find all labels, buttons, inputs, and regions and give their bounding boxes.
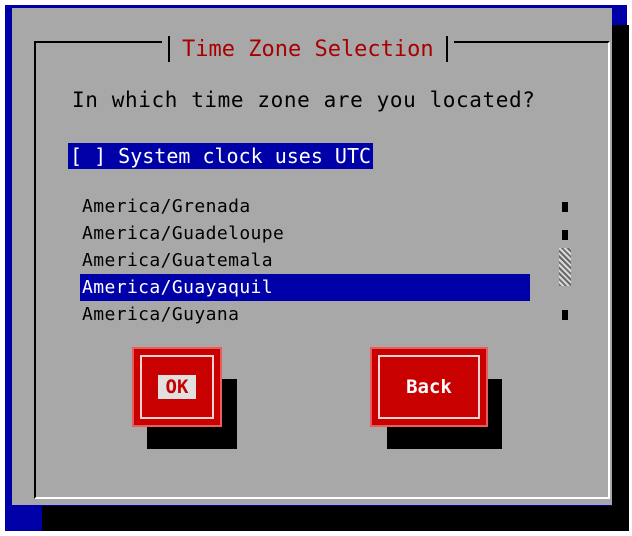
utc-checkbox-row[interactable]: [ ] System clock uses UTC [68,143,374,169]
timezone-list[interactable]: America/Grenada America/Guadeloupe Ameri… [80,193,530,328]
utc-checkbox-label [106,143,118,169]
dialog-shadow-bottom [42,506,629,531]
list-item[interactable]: America/Guadeloupe [80,220,530,247]
utc-label: System clock uses UTC [118,144,372,168]
scroll-track-mark [562,230,568,240]
list-item[interactable]: America/Grenada [80,193,530,220]
back-button-face: Back [378,355,480,419]
ok-button-label: OK [157,375,197,399]
utc-checkbox[interactable]: [ ] [70,143,106,169]
ok-button[interactable]: OK [132,347,222,427]
scroll-thumb[interactable] [559,248,571,286]
time-zone-dialog: Time Zone Selection In which time zone a… [12,8,612,505]
back-button[interactable]: Back [370,347,488,427]
scroll-up-arrow-icon[interactable] [562,202,568,212]
dialog-title: Time Zone Selection [182,36,434,62]
list-scrollbar[interactable] [557,198,573,328]
title-right-bracket [445,36,448,62]
ok-button-face: OK [140,355,214,419]
screen: Time Zone Selection In which time zone a… [0,0,632,536]
scroll-down-arrow-icon[interactable] [562,310,568,320]
dialog-title-bar: Time Zone Selection [162,32,454,66]
list-item[interactable]: America/Guyana [80,301,530,328]
back-button-label: Back [406,376,452,398]
list-item[interactable]: America/Guatemala [80,247,530,274]
dialog-shadow-right [612,25,629,531]
timezone-question: In which time zone are you located? [72,88,536,112]
list-item-selected[interactable]: America/Guayaquil [80,274,530,301]
